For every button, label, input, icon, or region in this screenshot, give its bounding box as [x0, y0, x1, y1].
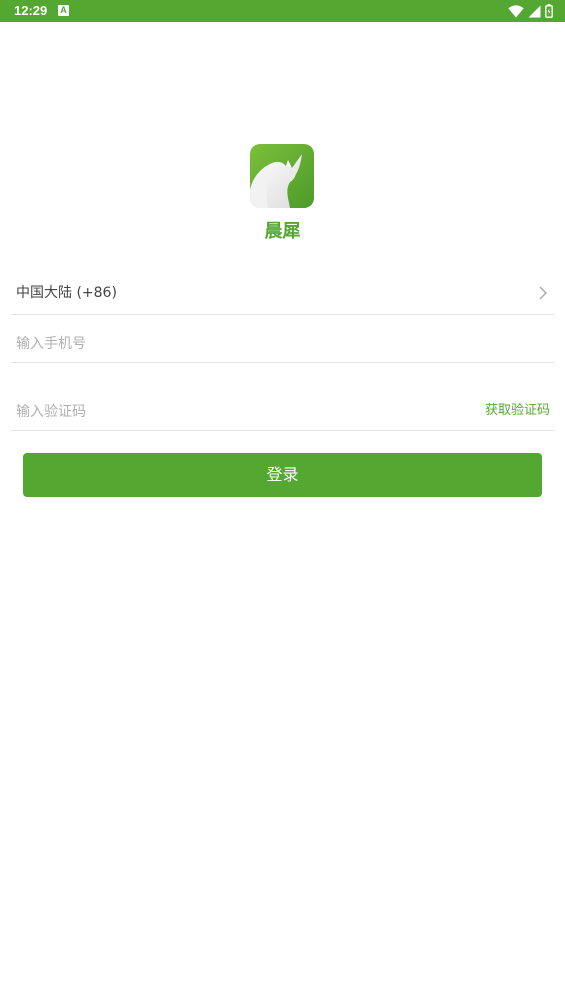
get-code-button[interactable]: 获取验证码 [485, 402, 550, 420]
signal-icon [528, 5, 541, 17]
phone-input[interactable] [16, 334, 436, 354]
notification-letter: A [60, 5, 67, 15]
country-selector[interactable]: 中国大陆 (+86) [11, 273, 554, 315]
app-logo [250, 144, 314, 208]
status-icons [508, 3, 553, 19]
login-button[interactable]: 登录 [23, 453, 542, 497]
app-name: 晨犀 [264, 221, 301, 242]
phone-row [11, 324, 554, 363]
battery-icon [545, 4, 553, 18]
status-bar: 12:29 A [0, 0, 565, 22]
wifi-icon [508, 4, 524, 17]
chevron-right-icon [539, 286, 547, 300]
rhino-logo-icon [250, 144, 314, 208]
verification-code-input[interactable] [16, 402, 416, 422]
notification-icon: A [58, 5, 69, 16]
code-row: 获取验证码 [11, 390, 554, 431]
status-time: 12:29 [14, 3, 48, 18]
country-code-label: 中国大陆 (+86) [16, 285, 117, 301]
